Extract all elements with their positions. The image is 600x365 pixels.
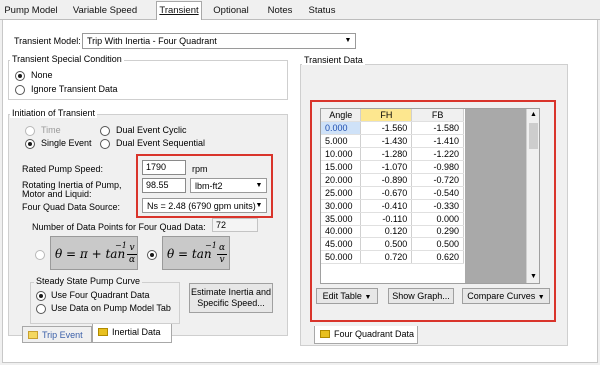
tab-pump-model[interactable]: Pump Model xyxy=(2,3,60,20)
tab-bar: Pump Model Variable Speed Transient Opti… xyxy=(0,0,600,21)
estimate-button-line1: Estimate Inertia and xyxy=(190,287,272,297)
radio-dual-event-cyclic-label: Dual Event Cyclic xyxy=(116,125,187,135)
transient-model-value: Trip With Inertia - Four Quadrant xyxy=(87,36,217,46)
radio-dual-event-sequential-label: Dual Event Sequential xyxy=(116,138,206,148)
formula-left-den: α xyxy=(128,255,136,265)
estimate-button-line2: Specific Speed... xyxy=(197,298,265,308)
formula-left-sup: −1 xyxy=(115,241,127,250)
radio-use-pump-model-data-label: Use Data on Pump Model Tab xyxy=(51,303,171,313)
tab-notes[interactable]: Notes xyxy=(264,3,296,20)
tab-transient-label: Transient xyxy=(159,5,199,16)
formula-left-num: v xyxy=(129,243,135,253)
highlight-box-transient-data xyxy=(310,100,556,322)
tab-four-quadrant-data-label: Four Quadrant Data xyxy=(334,329,415,339)
radio-formula-left[interactable] xyxy=(35,250,45,260)
folder-icon xyxy=(28,331,38,339)
transient-data-title: Transient Data xyxy=(302,55,365,65)
folder-icon xyxy=(98,328,108,336)
tab-four-quadrant-data[interactable]: Four Quadrant Data xyxy=(314,326,418,344)
radio-time-label: Time xyxy=(41,125,61,135)
radio-use-four-quadrant-label: Use Four Quadrant Data xyxy=(51,290,150,300)
tab-inertial-data-label: Inertial Data xyxy=(112,327,161,337)
estimate-inertia-button[interactable]: Estimate Inertia and Specific Speed... xyxy=(189,283,273,313)
tab-inertial-data[interactable]: Inertial Data xyxy=(92,324,172,343)
chevron-down-icon: ▼ xyxy=(344,37,352,44)
data-points-label: Number of Data Points for Four Quad Data… xyxy=(32,222,206,232)
radio-use-four-quadrant[interactable] xyxy=(36,291,46,301)
highlight-box-inputs xyxy=(136,154,273,218)
tab-trip-event-label: Trip Event xyxy=(42,330,83,340)
initiation-title: Initiation of Transient xyxy=(10,108,98,118)
formula-right: θ = tan −1 α v xyxy=(162,236,230,270)
tab-trip-event[interactable]: Trip Event xyxy=(22,326,92,343)
radio-dual-event-cyclic[interactable] xyxy=(100,126,110,136)
radio-single-event[interactable] xyxy=(25,139,35,149)
formula-right-sup: −1 xyxy=(205,241,217,250)
transient-model-select[interactable]: Trip With Inertia - Four Quadrant ▼ xyxy=(82,33,356,49)
steady-state-title: Steady State Pump Curve xyxy=(34,276,143,286)
radio-none-label: None xyxy=(31,70,53,80)
tab-status[interactable]: Status xyxy=(304,3,340,20)
formula-left: θ = π + tan −1 v α xyxy=(50,236,138,270)
radio-use-pump-model-data[interactable] xyxy=(36,304,46,314)
tab-transient[interactable]: Transient xyxy=(156,1,202,21)
special-condition-title: Transient Special Condition xyxy=(10,54,124,64)
folder-icon xyxy=(320,330,330,338)
formula-right-den: v xyxy=(219,255,225,265)
rated-speed-label: Rated Pump Speed: xyxy=(22,164,104,174)
radio-dual-event-sequential[interactable] xyxy=(100,139,110,149)
radio-time[interactable] xyxy=(25,126,35,136)
radio-ignore-transient[interactable] xyxy=(15,85,25,95)
tab-optional[interactable]: Optional xyxy=(208,3,254,20)
radio-ignore-transient-label: Ignore Transient Data xyxy=(31,84,118,94)
special-condition-group xyxy=(8,60,288,100)
formula-right-num: α xyxy=(218,243,226,253)
transient-model-label: Transient Model: xyxy=(14,36,81,46)
inertia-label-line2: Motor and Liquid: xyxy=(22,189,92,199)
radio-single-event-label: Single Event xyxy=(41,138,92,148)
data-points-input[interactable]: 72 xyxy=(212,218,258,232)
four-quad-source-label: Four Quad Data Source: xyxy=(22,202,121,212)
radio-none[interactable] xyxy=(15,71,25,81)
radio-formula-right[interactable] xyxy=(147,250,157,260)
tab-variable-speed[interactable]: Variable Speed xyxy=(72,3,138,20)
